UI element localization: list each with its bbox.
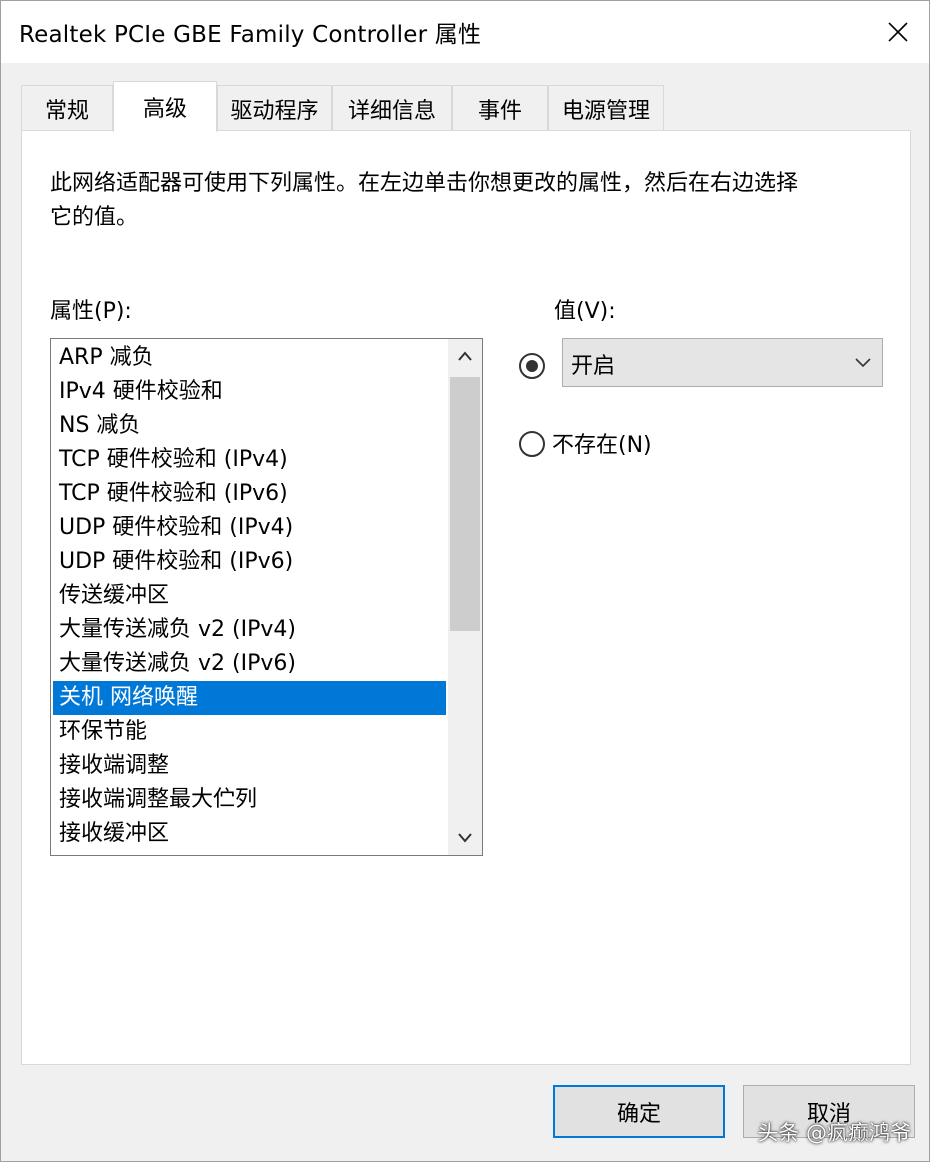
tab-details[interactable]: 详细信息: [332, 85, 452, 131]
ok-button[interactable]: 确定: [553, 1085, 725, 1138]
properties-dialog: Realtek PCIe GBE Family Controller 属性 常规…: [0, 0, 930, 1162]
tab-driver[interactable]: 驱动程序: [217, 85, 332, 131]
tab-events[interactable]: 事件: [452, 85, 548, 131]
value-dropdown[interactable]: 开启: [562, 338, 883, 387]
value-label: 值(V):: [554, 299, 616, 324]
close-icon: [888, 22, 908, 42]
property-list-item[interactable]: 环保节能: [53, 715, 446, 749]
property-list-item[interactable]: NS 减负: [53, 409, 446, 443]
tab-general[interactable]: 常规: [21, 85, 113, 131]
property-list-item[interactable]: UDP 硬件校验和 (IPv6): [53, 545, 446, 579]
value-radio[interactable]: [519, 353, 545, 379]
property-label: 属性(P):: [50, 299, 132, 324]
property-list-item[interactable]: TCP 硬件校验和 (IPv6): [53, 477, 446, 511]
property-list-item[interactable]: 接收端调整最大伫列: [53, 783, 446, 817]
property-list-item[interactable]: 接收缓冲区: [53, 817, 446, 851]
absent-radio[interactable]: [519, 431, 545, 457]
scroll-up-button[interactable]: [448, 339, 482, 373]
description-text: 此网络适配器可使用下列属性。在左边单击你想更改的属性，然后在右边选择它的值。: [50, 171, 799, 230]
property-list-item[interactable]: 关机 网络唤醒: [53, 681, 446, 715]
value-dropdown-selected: 开启: [571, 354, 616, 379]
property-list: ARP 减负 IPv4 硬件校验和 NS 减负 TCP 硬件校验和 (IPv4) TCP…: [53, 341, 446, 851]
absent-label[interactable]: 不存在(N): [552, 427, 652, 459]
chevron-up-icon: [458, 351, 472, 361]
tab-power-management[interactable]: 电源管理: [548, 85, 664, 131]
property-list-item[interactable]: 大量传送减负 v2 (IPv4): [53, 613, 446, 647]
chevron-down-icon: [458, 833, 472, 843]
property-listbox[interactable]: ARP 减负 IPv4 硬件校验和 NS 减负 TCP 硬件校验和 (IPv4) TCP…: [50, 338, 483, 856]
property-list-item[interactable]: 大量传送减负 v2 (IPv6): [53, 647, 446, 681]
property-list-item[interactable]: 接收端调整: [53, 749, 446, 783]
chevron-down-icon: [855, 358, 871, 368]
property-list-item[interactable]: TCP 硬件校验和 (IPv4): [53, 443, 446, 477]
property-list-item[interactable]: 传送缓冲区: [53, 579, 446, 613]
property-list-item[interactable]: IPv4 硬件校验和: [53, 375, 446, 409]
property-list-item[interactable]: ARP 减负: [53, 341, 446, 375]
title-bar: Realtek PCIe GBE Family Controller 属性: [1, 1, 929, 63]
listbox-scrollbar[interactable]: [448, 339, 482, 855]
close-button[interactable]: [867, 1, 929, 63]
scroll-thumb[interactable]: [450, 377, 480, 631]
tab-strip: 常规 高级 驱动程序 详细信息 事件 电源管理: [21, 81, 911, 132]
radio-checked-dot: [526, 360, 538, 372]
watermark: 头条 @疯癫鸿爷: [757, 1121, 911, 1145]
scroll-down-button[interactable]: [448, 821, 482, 855]
property-list-item[interactable]: UDP 硬件校验和 (IPv4): [53, 511, 446, 545]
tab-advanced[interactable]: 高级: [113, 81, 217, 132]
window-title: Realtek PCIe GBE Family Controller 属性: [19, 22, 482, 48]
advanced-tab-panel: 此网络适配器可使用下列属性。在左边单击你想更改的属性，然后在右边选择它的值。 属…: [21, 130, 911, 1065]
